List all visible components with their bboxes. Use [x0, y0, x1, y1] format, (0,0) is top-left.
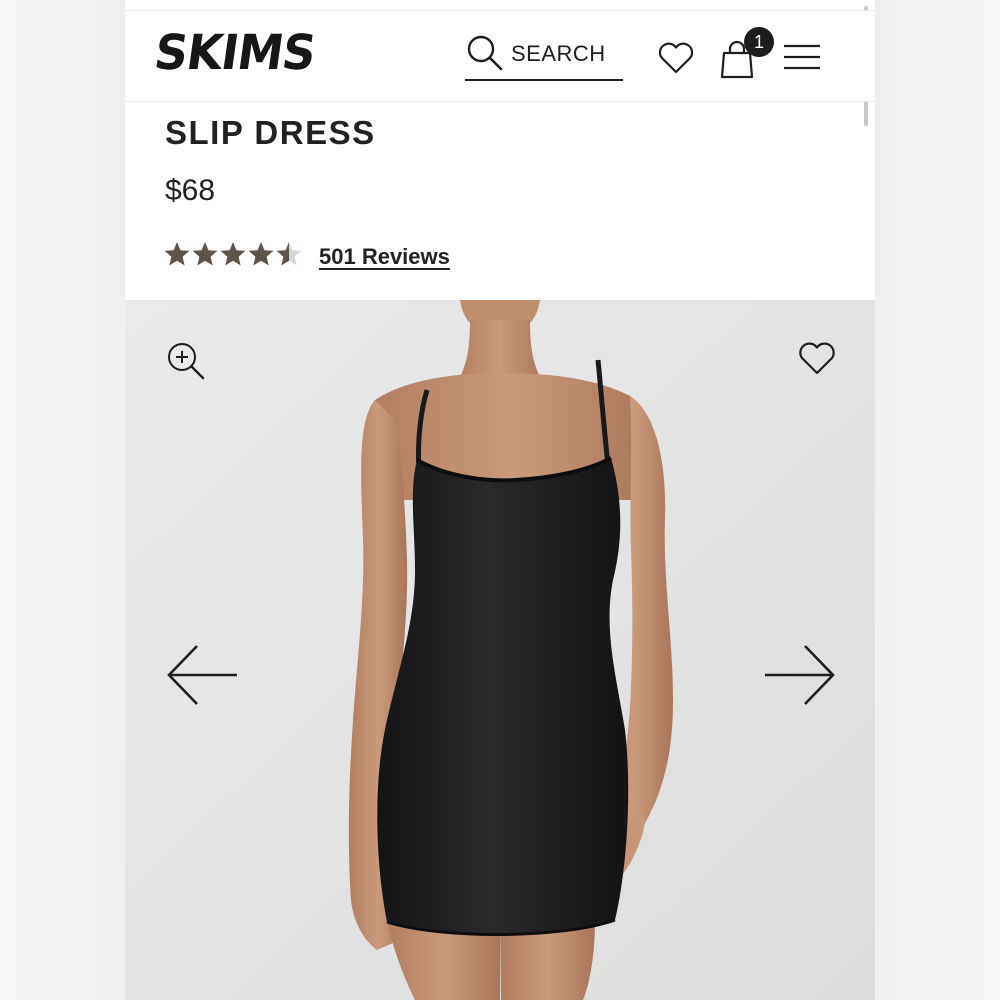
heart-icon[interactable] [797, 340, 837, 376]
hamburger-menu-icon[interactable] [783, 43, 821, 71]
page-margin-left [0, 0, 125, 1000]
product-page: SKIMS SEARCH 1 SLIP DRESS $68 501 Review… [125, 0, 875, 1000]
star-icon [220, 242, 246, 266]
heart-icon[interactable] [657, 41, 695, 75]
star-icon [192, 242, 218, 266]
arrow-right-icon[interactable] [761, 642, 837, 708]
product-title: SLIP DRESS [165, 114, 376, 151]
zoom-in-icon[interactable] [165, 340, 207, 382]
page-margin-right [875, 0, 1000, 1000]
arrow-left-icon[interactable] [165, 642, 241, 708]
brand-logo[interactable]: SKIMS [151, 24, 319, 81]
star-rating[interactable] [163, 240, 303, 268]
search-icon [467, 35, 503, 71]
search-label: SEARCH [511, 41, 606, 66]
site-header: SKIMS SEARCH 1 [125, 10, 875, 102]
star-icon [164, 242, 190, 266]
search-field[interactable]: SEARCH [465, 29, 623, 81]
cart-count-badge: 1 [744, 27, 774, 57]
product-image[interactable] [125, 300, 875, 1000]
star-icon [276, 242, 302, 266]
product-price: $68 [165, 174, 216, 207]
star-icon [248, 242, 274, 266]
reviews-link[interactable]: 501 Reviews [319, 244, 450, 270]
